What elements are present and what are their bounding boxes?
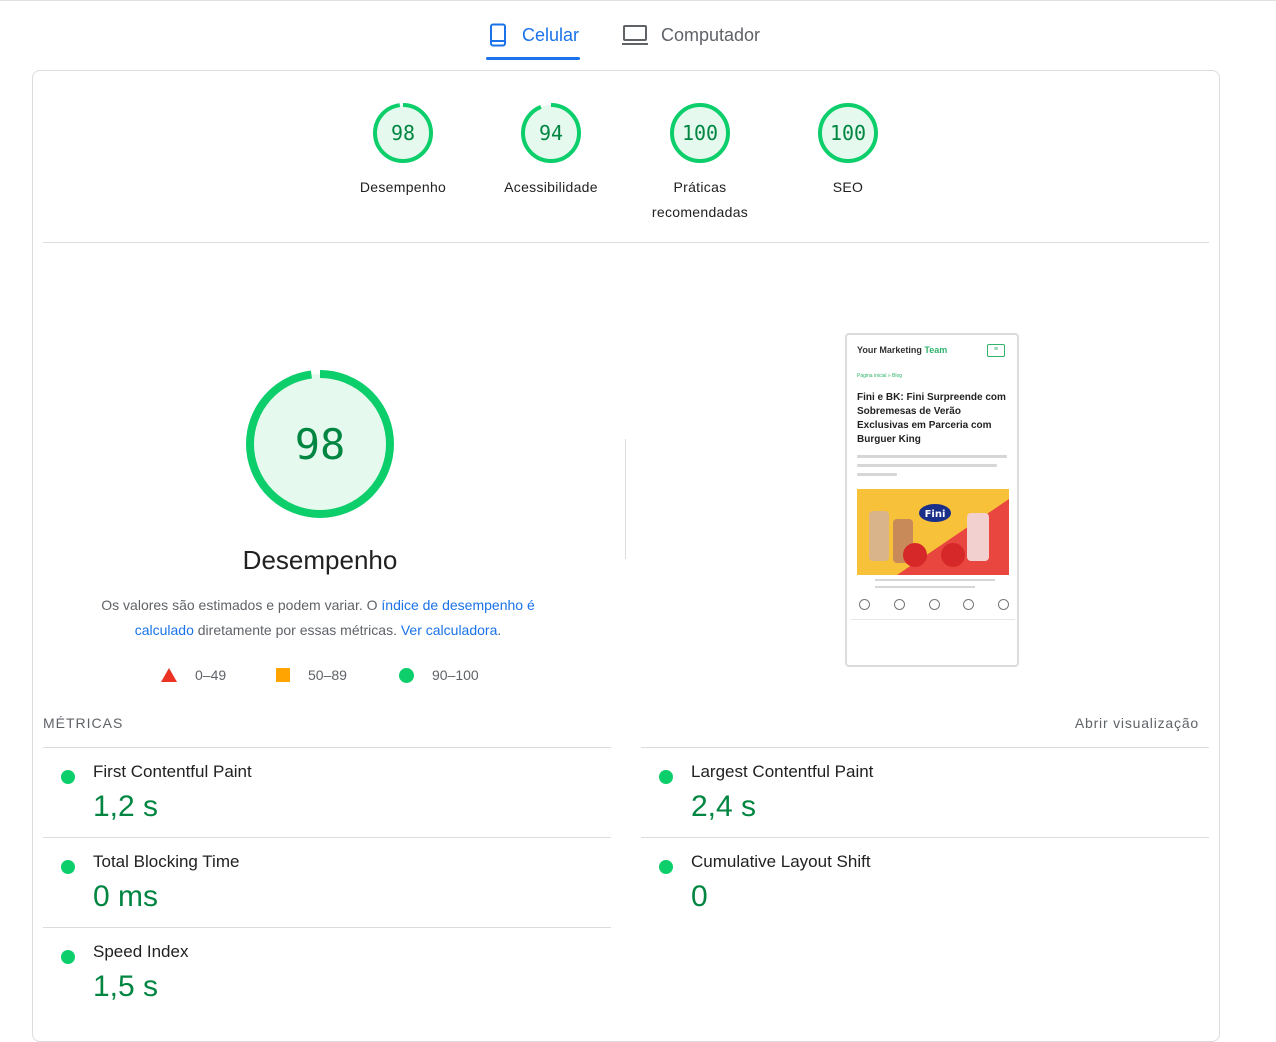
pinterest-icon bbox=[928, 599, 940, 610]
metric-name: Total Blocking Time bbox=[93, 852, 240, 871]
gauges-divider bbox=[43, 242, 1209, 243]
screenshot-article-title: Fini e BK: Fini Surpreende com Sobremesa… bbox=[857, 392, 1006, 445]
site-name-accent: Team bbox=[924, 345, 948, 355]
vertical-divider bbox=[625, 439, 626, 559]
performance-description: Os valores são estimados e podem variar.… bbox=[73, 593, 563, 643]
performance-score: 98 bbox=[295, 420, 346, 469]
gauge-best-practices[interactable]: 100 Práticas recomendadas bbox=[640, 101, 760, 225]
gauge-seo[interactable]: 100 SEO bbox=[788, 101, 908, 200]
site-name: Your Marketing bbox=[857, 345, 922, 355]
active-tab-indicator bbox=[486, 57, 580, 60]
gauge-ring: 98 bbox=[373, 103, 433, 163]
device-tabs: Celular Computador bbox=[0, 10, 1276, 62]
gauge-score: 100 bbox=[682, 121, 718, 145]
whatsapp-icon bbox=[859, 599, 870, 610]
screenshot-site-name: Your Marketing Team bbox=[857, 345, 947, 355]
square-icon bbox=[276, 668, 290, 682]
metric-value: 1,5 s bbox=[93, 970, 159, 1003]
gauge-ring: 100 bbox=[670, 103, 730, 163]
screenshot-excerpt bbox=[857, 455, 1007, 482]
gauge-label: SEO bbox=[832, 179, 864, 195]
gauge-score: 98 bbox=[391, 121, 415, 145]
expand-view-toggle[interactable]: Abrir visualização bbox=[1075, 715, 1199, 731]
circle-icon bbox=[399, 667, 414, 683]
metric-si: Speed Index 1,5 s bbox=[43, 928, 611, 1018]
gauge-label-line2: recomendadas bbox=[651, 204, 749, 220]
pass-icon bbox=[659, 770, 673, 784]
desc-text-1: Os valores são estimados e podem variar.… bbox=[101, 597, 382, 613]
screenshot-caption bbox=[875, 579, 995, 593]
report-card: 98 Desempenho 94 Acessibilidade 100 Prát… bbox=[32, 70, 1220, 1042]
final-screenshot[interactable]: Your Marketing Team ≡ Página inicial » B… bbox=[845, 333, 1019, 667]
metric-value: 2,4 s bbox=[691, 790, 757, 823]
laptop-icon bbox=[622, 25, 648, 45]
metrics-heading: MÉTRICAS bbox=[43, 715, 124, 731]
gauge-label: Acessibilidade bbox=[504, 179, 598, 195]
pass-icon bbox=[61, 770, 75, 784]
metric-name: First Contentful Paint bbox=[93, 762, 252, 781]
metric-name: Largest Contentful Paint bbox=[691, 762, 874, 781]
metric-name: Speed Index bbox=[93, 942, 189, 961]
triangle-icon bbox=[161, 668, 177, 682]
linkedin-icon bbox=[963, 599, 975, 610]
desc-text-3: . bbox=[497, 622, 502, 638]
article-image: Fini bbox=[857, 489, 1009, 575]
tab-mobile-label: Celular bbox=[522, 24, 580, 45]
screenshot-breadcrumb: Página inicial » Blog bbox=[857, 373, 903, 379]
metric-name: Cumulative Layout Shift bbox=[691, 852, 871, 871]
legend-fail-label: 0–49 bbox=[195, 667, 227, 683]
share-icons bbox=[859, 599, 1009, 610]
pass-icon bbox=[659, 860, 673, 874]
image-brand: Fini bbox=[925, 509, 946, 520]
metric-cls: Cumulative Layout Shift 0 bbox=[641, 838, 1209, 928]
tab-desktop[interactable]: Computador bbox=[621, 10, 781, 60]
calculator-link[interactable]: Ver calculadora bbox=[401, 622, 498, 638]
gauge-label-line1: Práticas bbox=[673, 179, 727, 195]
legend-average: 50–89 bbox=[276, 667, 347, 683]
metric-lcp: Largest Contentful Paint 2,4 s bbox=[641, 748, 1209, 838]
telegram-icon bbox=[893, 599, 905, 610]
gauge-label: Desempenho bbox=[359, 179, 447, 195]
desc-text-2: diretamente por essas métricas. bbox=[193, 622, 401, 638]
gauge-label: Práticas recomendadas bbox=[640, 175, 760, 225]
metric-fcp: First Contentful Paint 1,2 s bbox=[43, 748, 611, 838]
performance-title: Desempenho bbox=[242, 545, 398, 575]
legend-average-label: 50–89 bbox=[308, 667, 347, 683]
gauge-score: 94 bbox=[539, 121, 563, 145]
metric-value: 1,2 s bbox=[93, 790, 159, 823]
performance-gauge: 98 bbox=[246, 370, 394, 518]
gauge-score: 100 bbox=[830, 121, 866, 145]
metric-value: 0 ms bbox=[93, 880, 159, 913]
screenshot-footer bbox=[851, 619, 1015, 660]
legend-pass-label: 90–100 bbox=[432, 667, 479, 683]
tab-mobile[interactable]: Celular bbox=[486, 10, 580, 60]
legend-fail: 0–49 bbox=[161, 667, 226, 683]
metric-value: 0 bbox=[691, 880, 708, 913]
x-icon bbox=[998, 599, 1009, 610]
gauge-accessibility[interactable]: 94 Acessibilidade bbox=[491, 101, 611, 200]
legend-pass: 90–100 bbox=[399, 667, 479, 683]
gauge-ring: 94 bbox=[521, 103, 581, 163]
pass-icon bbox=[61, 950, 75, 964]
pass-icon bbox=[61, 860, 75, 874]
gauge-ring: 100 bbox=[818, 103, 878, 163]
top-rule bbox=[0, 0, 1276, 1]
smartphone-icon bbox=[490, 23, 506, 47]
tab-desktop-label: Computador bbox=[661, 24, 761, 45]
gauge-performance[interactable]: 98 Desempenho bbox=[343, 101, 463, 200]
hamburger-icon: ≡ bbox=[987, 344, 1005, 357]
metric-tbt: Total Blocking Time 0 ms bbox=[43, 838, 611, 928]
